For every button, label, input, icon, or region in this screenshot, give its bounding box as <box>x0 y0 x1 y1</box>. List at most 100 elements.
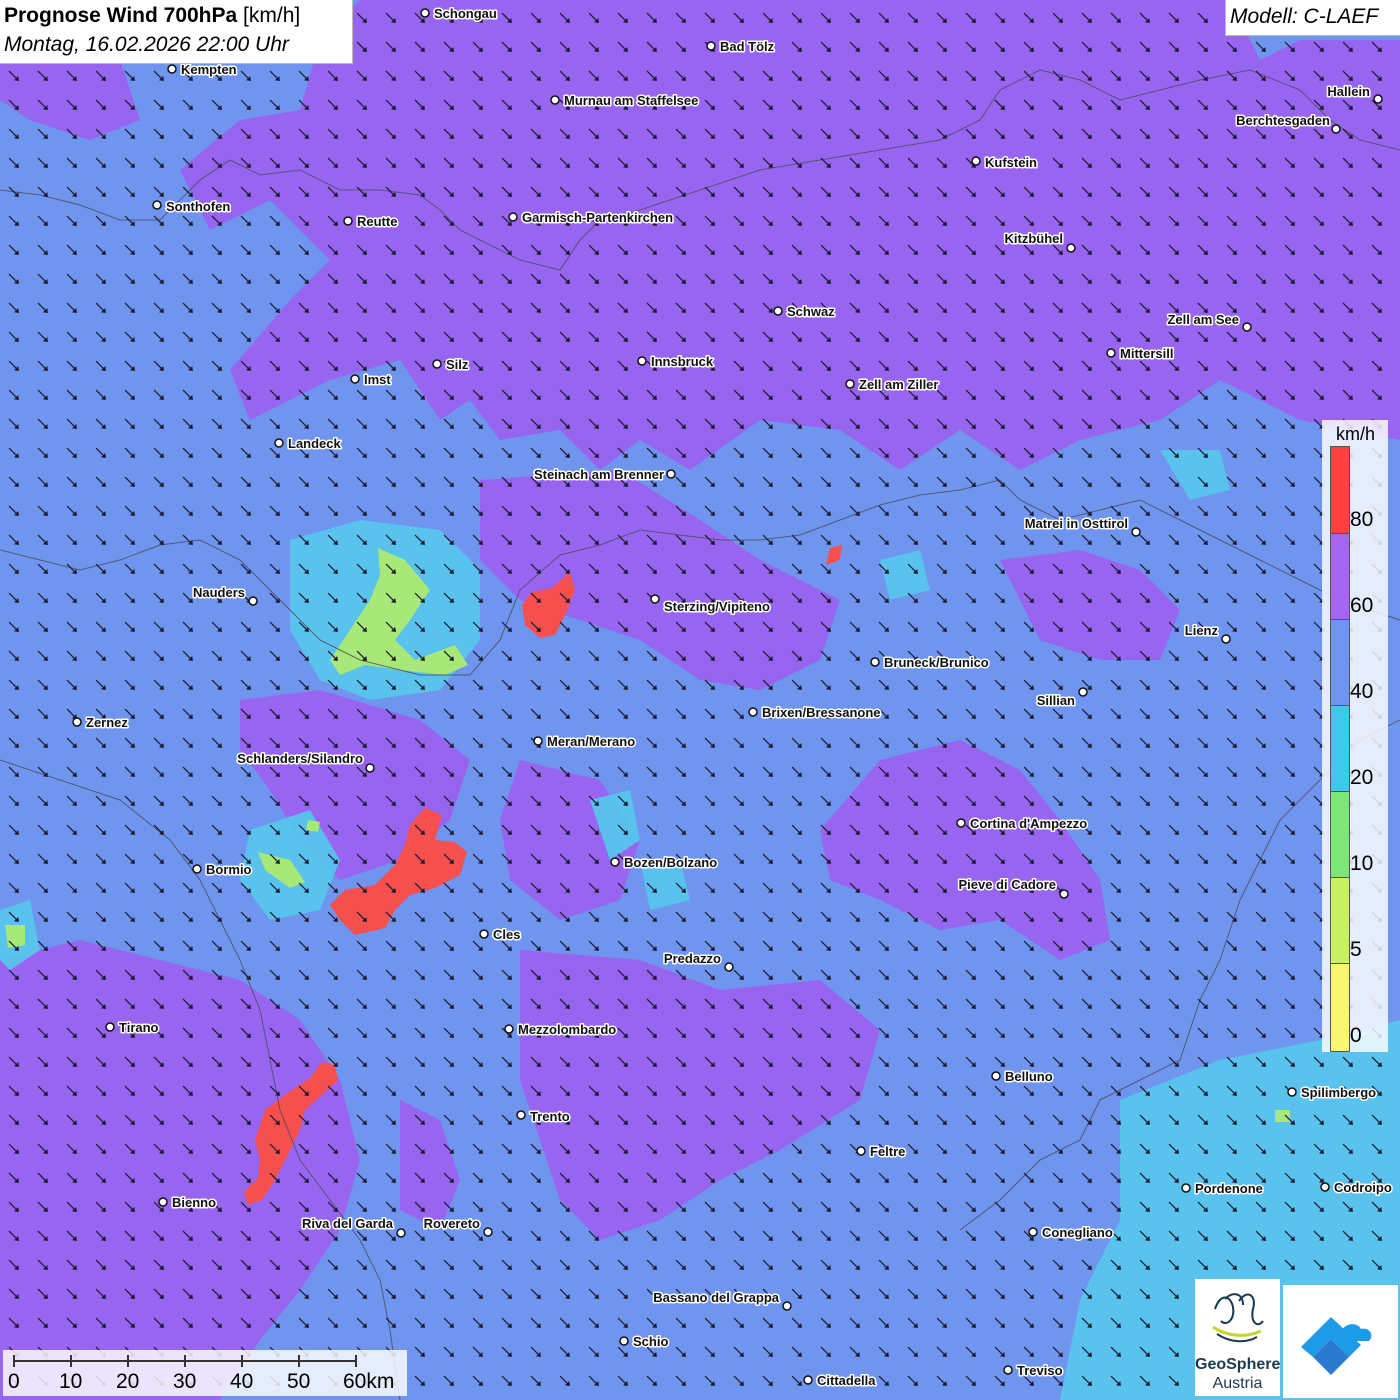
city-dot-icon <box>1131 527 1141 537</box>
city-label: Tirano <box>119 1020 159 1035</box>
city-dot-icon <box>274 438 284 448</box>
city-label: Garmisch-Partenkirchen <box>522 210 673 225</box>
model-panel: Modell: C-LAEF <box>1225 0 1400 36</box>
city-label: Innsbruck <box>651 354 714 369</box>
city-label: Zell am Ziller <box>859 377 938 392</box>
scale-label-40: 40 <box>230 1370 254 1393</box>
scale-tick <box>241 1355 243 1367</box>
city-dot-icon <box>1028 1227 1038 1237</box>
city-label: Imst <box>364 372 391 387</box>
city-dot-icon <box>248 596 258 606</box>
city-dot-icon <box>724 962 734 972</box>
legend-swatch-purple <box>1331 533 1349 620</box>
city-marker: Meran/Merano <box>533 733 637 751</box>
city-label: Schongau <box>434 6 497 21</box>
geosphere-logo[interactable]: GeoSphere Austria <box>1195 1279 1280 1396</box>
city-marker: Bozen/Bolzano <box>610 854 719 872</box>
city-marker: Murnau am Staffelsee <box>550 92 700 110</box>
city-label: Mittersill <box>1120 346 1173 361</box>
city-dot-icon <box>504 1024 514 1034</box>
city-dot-icon <box>650 594 660 604</box>
city-label: Bienno <box>172 1195 216 1210</box>
city-dot-icon <box>158 1197 168 1207</box>
city-dot-icon <box>845 379 855 389</box>
city-label: Bassano del Grappa <box>653 1290 779 1305</box>
city-label: Kufstein <box>985 155 1037 170</box>
city-dot-icon <box>619 1336 629 1346</box>
city-dot-icon <box>1066 243 1076 253</box>
city-label: Spilimbergo <box>1301 1085 1376 1100</box>
city-label: Sonthofen <box>166 199 230 214</box>
city-label: Landeck <box>288 436 342 451</box>
scale-label-20: 20 <box>116 1370 140 1393</box>
city-dot-icon <box>1221 634 1231 644</box>
city-label: Murnau am Staffelsee <box>564 93 698 108</box>
city-marker: Cortina d'Ampezzo <box>956 815 1089 833</box>
page-title: Prognose Wind 700hPa [km/h] <box>4 4 300 28</box>
city-label: Conegliano <box>1042 1225 1113 1240</box>
city-dot-icon <box>167 64 177 74</box>
city-label: Schlanders/Silandro <box>237 751 363 766</box>
scale-label-50: 50 <box>287 1370 311 1393</box>
city-label: Bruneck/Brunico <box>884 655 989 670</box>
city-dot-icon <box>870 657 880 667</box>
city-label: Riva del Garda <box>302 1216 394 1231</box>
city-dot-icon <box>350 374 360 384</box>
city-dot-icon <box>637 356 647 366</box>
city-dot-icon <box>152 200 162 210</box>
city-dot-icon <box>72 717 82 727</box>
city-label: Rovereto <box>424 1216 480 1231</box>
city-label: Cles <box>493 927 520 942</box>
city-dot-icon <box>666 469 676 479</box>
legend-label-10: 10 <box>1350 852 1374 875</box>
legend-swatch-cyan <box>1331 705 1349 792</box>
city-label: Sterzing/Vipiteno <box>664 599 770 614</box>
city-label: Meran/Merano <box>547 734 635 749</box>
legend-label-80: 80 <box>1350 508 1374 531</box>
scale-tick <box>298 1355 300 1367</box>
weather-app-logo[interactable] <box>1283 1285 1398 1398</box>
city-label: Bad Tölz <box>720 39 775 54</box>
legend-label-0: 0 <box>1350 1024 1362 1047</box>
city-label: Schwaz <box>787 304 835 319</box>
city-label: Zernez <box>86 715 128 730</box>
city-dot-icon <box>956 818 966 828</box>
city-label: Predazzo <box>664 951 721 966</box>
city-dot-icon <box>856 1146 866 1156</box>
mountain-cloud-icon <box>1301 1317 1372 1375</box>
city-dot-icon <box>192 864 202 874</box>
city-label: Brixen/Bressanone <box>762 705 881 720</box>
city-label: Hallein <box>1327 84 1370 99</box>
color-legend: km/h 80 60 40 20 10 5 0 <box>1322 420 1388 1052</box>
legend-swatch-green <box>1331 791 1349 878</box>
wind-forecast-map[interactable]: Schongau Kempten Bad Tölz Murnau am Staffel… <box>0 0 1400 1400</box>
city-marker: Bruneck/Brunico <box>870 654 990 672</box>
city-dot-icon <box>610 857 620 867</box>
city-dot-icon <box>343 216 353 226</box>
legend-swatch-lime <box>1331 877 1349 964</box>
city-marker: Garmisch-Partenkirchen <box>508 209 675 227</box>
city-dot-icon <box>432 359 442 369</box>
city-label: Cortina d'Ampezzo <box>970 816 1087 831</box>
city-label: Nauders <box>193 585 245 600</box>
city-dot-icon <box>1059 889 1069 899</box>
city-dot-icon <box>550 95 560 105</box>
scale-bar: 0 10 20 30 40 50 60km <box>3 1350 407 1396</box>
city-marker: Pordenone <box>1181 1180 1264 1198</box>
city-marker: Steinach am Brenner <box>532 466 676 484</box>
city-dot-icon <box>1003 1365 1013 1375</box>
forecast-datetime: Montag, 16.02.2026 22:00 Uhr <box>4 33 289 56</box>
legend-unit: km/h <box>1336 424 1376 444</box>
scale-label-60km: 60km <box>343 1370 395 1393</box>
city-label: Zell am See <box>1167 312 1239 327</box>
city-dot-icon <box>706 41 716 51</box>
city-dot-icon <box>1331 124 1341 134</box>
city-dot-icon <box>748 707 758 717</box>
city-dot-icon <box>1106 348 1116 358</box>
city-dot-icon <box>1373 94 1383 104</box>
city-label: Pordenone <box>1195 1181 1263 1196</box>
scale-tick <box>184 1355 186 1367</box>
city-marker: Zell am Ziller <box>845 376 940 394</box>
city-label: Schio <box>633 1334 668 1349</box>
city-label: Berchtesgaden <box>1236 113 1330 128</box>
